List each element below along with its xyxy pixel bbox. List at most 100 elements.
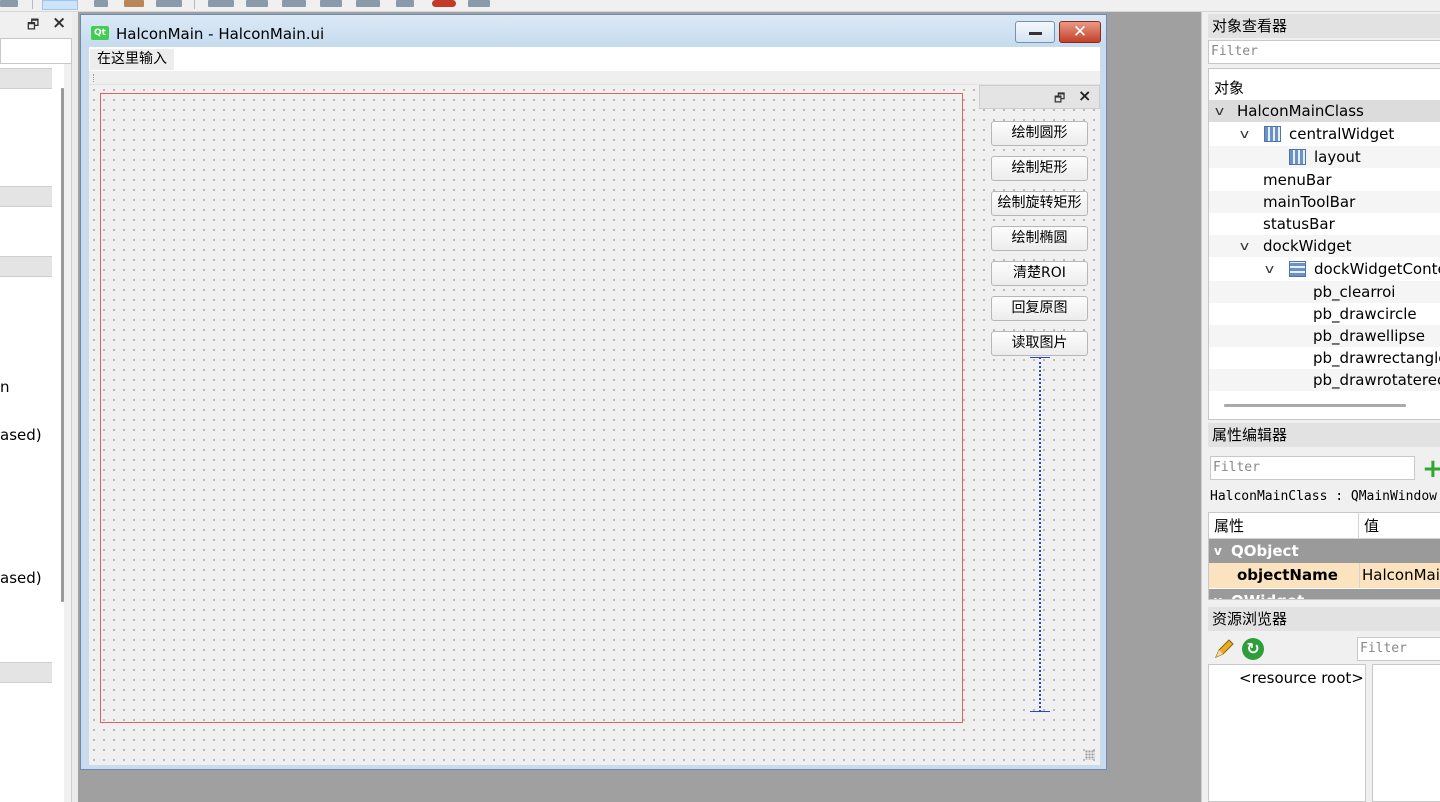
- widget-category[interactable]: [0, 68, 52, 89]
- tree-item-dockwidgetcontents[interactable]: v dockWidgetConte: [1209, 258, 1440, 280]
- tree-item-pb-drawcircle[interactable]: pb_drawcircle: [1209, 303, 1440, 325]
- form-title: HalconMain - HalconMain.ui: [116, 25, 325, 43]
- add-property-icon[interactable]: +: [1422, 456, 1440, 482]
- close-button[interactable]: ✕: [1059, 21, 1101, 43]
- break-layout-icon[interactable]: [432, 0, 456, 7]
- form-titlebar[interactable]: Qt HalconMain - HalconMain.ui ✕: [81, 15, 1106, 47]
- resource-root-item[interactable]: <resource root>: [1239, 669, 1364, 687]
- tree-item-label: pb_clearroi: [1313, 283, 1396, 301]
- widget-category[interactable]: [0, 256, 52, 277]
- widget-box-filter[interactable]: [0, 38, 72, 64]
- widget-item-label[interactable]: n: [0, 378, 10, 396]
- tree-item-label: pb_drawcircle: [1313, 305, 1417, 323]
- toolbar-grip[interactable]: [93, 74, 95, 82]
- object-filter-input[interactable]: Filter: [1208, 40, 1440, 64]
- main-toolbar: [89, 71, 1100, 85]
- property-filter-input[interactable]: Filter: [1210, 456, 1415, 480]
- layout-form-icon[interactable]: [396, 0, 414, 7]
- dock-float-icon[interactable]: 🗗: [1054, 89, 1065, 110]
- resource-filter-input[interactable]: Filter: [1357, 637, 1440, 661]
- property-group-qobject[interactable]: v QObject: [1209, 539, 1440, 563]
- widget-box-scrollbar[interactable]: [61, 88, 64, 602]
- edit-widgets-tool-button[interactable]: [42, 0, 78, 10]
- layout-vertical-icon[interactable]: [246, 0, 268, 7]
- draw-rectangle-button[interactable]: 绘制矩形: [991, 156, 1088, 181]
- tree-item-layout[interactable]: layout: [1209, 146, 1440, 168]
- size-grip[interactable]: [1085, 750, 1095, 760]
- property-group-qwidget[interactable]: v QWidget: [1209, 589, 1440, 599]
- layout-grid-icon[interactable]: [356, 0, 380, 7]
- form-body: 在这里输入 🗗 × 绘制圆形 绘制矩形 绘制旋转矩形 绘制椭圆 清楚ROI 回复…: [89, 47, 1100, 765]
- vertical-layout-icon: [1289, 261, 1306, 277]
- designer-toolbar: [0, 0, 1440, 12]
- edit-buddies-icon[interactable]: [124, 0, 144, 7]
- widget-category[interactable]: [0, 662, 52, 683]
- float-icon[interactable]: 🗗: [27, 16, 39, 38]
- read-image-button[interactable]: 读取图片: [991, 331, 1088, 356]
- widget-box-panel: 🗗 × n ased) ased): [0, 12, 72, 802]
- dock-close-icon[interactable]: ×: [1078, 86, 1091, 105]
- edit-resources-pencil-icon[interactable]: [1213, 638, 1235, 660]
- close-icon[interactable]: ×: [52, 13, 66, 33]
- property-row-objectname[interactable]: objectName HalconMain: [1209, 563, 1440, 588]
- clear-roi-button[interactable]: 清楚ROI: [991, 261, 1088, 286]
- tree-item-pb-drawrectangle[interactable]: pb_drawrectangle: [1209, 347, 1440, 369]
- layout-splitter-h-icon[interactable]: [282, 0, 306, 7]
- widget-category[interactable]: [0, 186, 52, 207]
- tree-item-label: pb_drawellipse: [1313, 327, 1425, 345]
- dock-titlebar[interactable]: 🗗 ×: [979, 85, 1100, 109]
- edit-signals-icon[interactable]: [94, 0, 108, 7]
- qt-logo-icon: Qt: [91, 26, 109, 40]
- tree-item-statusbar[interactable]: statusBar: [1209, 213, 1440, 235]
- tree-item-halconmainclass[interactable]: v HalconMainClass: [1209, 100, 1440, 122]
- layout-splitter-v-icon[interactable]: [320, 0, 342, 7]
- layout-horizontal-icon[interactable]: [208, 0, 234, 7]
- property-editor-title: 属性编辑器: [1208, 423, 1440, 447]
- minimize-button[interactable]: [1015, 21, 1055, 43]
- tree-item-label: pb_drawrotaterec: [1313, 371, 1440, 389]
- tree-item-pb-drawellipse[interactable]: pb_drawellipse: [1209, 325, 1440, 347]
- vertical-spacer[interactable]: [1030, 357, 1050, 712]
- draw-rotated-rectangle-button[interactable]: 绘制旋转矩形: [991, 191, 1088, 216]
- splitter[interactable]: [72, 12, 78, 802]
- central-widget[interactable]: 🗗 × 绘制圆形 绘制矩形 绘制旋转矩形 绘制椭圆 清楚ROI 回复原图 读取图…: [89, 85, 1100, 765]
- chevron-down-icon[interactable]: v: [1265, 258, 1274, 280]
- tree-item-pb-drawrotaterect[interactable]: pb_drawrotaterec: [1209, 369, 1440, 391]
- tree-item-centralwidget[interactable]: v centralWidget: [1209, 123, 1440, 145]
- widget-item-label[interactable]: ased): [0, 569, 42, 587]
- adjust-size-icon[interactable]: [468, 0, 490, 7]
- layout-icon: [1264, 126, 1281, 142]
- menu-type-here[interactable]: 在这里输入: [90, 49, 174, 70]
- property-value[interactable]: HalconMain: [1362, 563, 1440, 588]
- reload-icon[interactable]: ↻: [1242, 638, 1264, 660]
- chevron-down-icon[interactable]: v: [1215, 100, 1224, 122]
- tree-item-menubar[interactable]: menuBar: [1209, 169, 1440, 191]
- object-inspector-title: 对象查看器: [1208, 14, 1440, 38]
- property-name: objectName: [1237, 566, 1338, 584]
- toolbar-separator: [194, 0, 195, 9]
- draw-ellipse-button[interactable]: 绘制椭圆: [991, 226, 1088, 251]
- property-group-label: QWidget: [1231, 589, 1304, 599]
- object-tree-header: 对象: [1214, 79, 1245, 97]
- tree-item-label: dockWidgetConte: [1314, 260, 1440, 278]
- draw-circle-button[interactable]: 绘制圆形: [991, 121, 1088, 146]
- widget-box-header: 🗗 ×: [0, 12, 72, 38]
- tree-item-label: pb_drawrectangle: [1313, 349, 1440, 367]
- tree-item-dockwidget[interactable]: v dockWidget: [1209, 235, 1440, 257]
- property-column-header[interactable]: 属性: [1209, 513, 1359, 539]
- tree-item-maintoolbar[interactable]: mainToolBar: [1209, 191, 1440, 213]
- chevron-down-icon[interactable]: v: [1240, 235, 1249, 257]
- chevron-down-icon[interactable]: v: [1240, 123, 1249, 145]
- object-tree-hscrollbar[interactable]: [1224, 404, 1406, 407]
- restore-image-button[interactable]: 回复原图: [991, 296, 1088, 321]
- toolbar-separator: [32, 0, 33, 9]
- toolbar-icon[interactable]: [0, 0, 18, 7]
- widget-item-label[interactable]: ased): [0, 426, 42, 444]
- layout-icon: [1289, 149, 1306, 165]
- tree-item-pb-clearroi[interactable]: pb_clearroi: [1209, 281, 1440, 303]
- central-layout-frame[interactable]: [100, 93, 963, 723]
- resource-list: [1372, 664, 1440, 802]
- value-column-header[interactable]: 值: [1359, 513, 1440, 539]
- edit-tab-order-icon[interactable]: [156, 0, 182, 7]
- tree-item-label: statusBar: [1263, 215, 1335, 233]
